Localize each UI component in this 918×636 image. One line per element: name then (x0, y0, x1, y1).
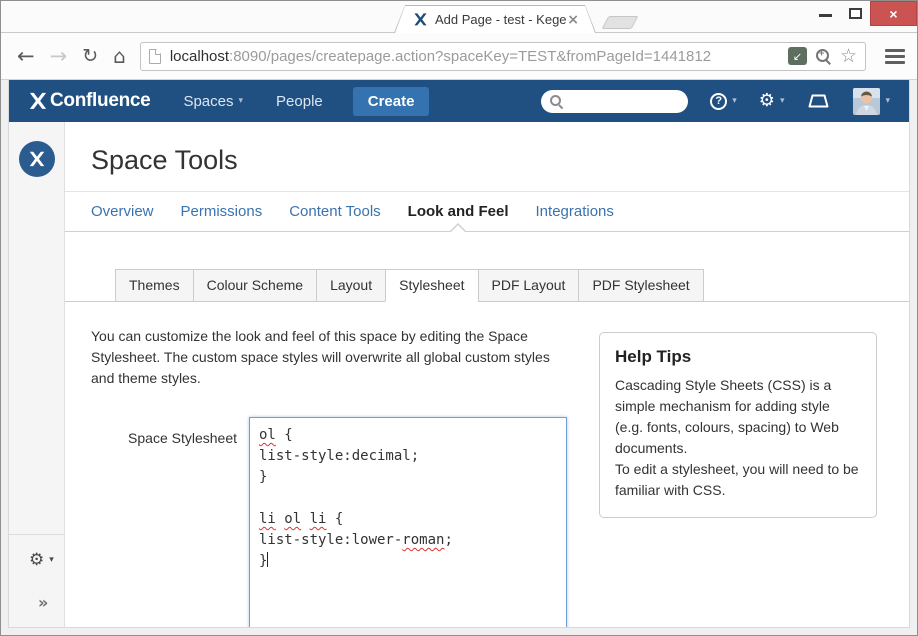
maximize-icon (849, 8, 862, 19)
confluence-favicon-icon (413, 12, 428, 27)
page-viewport: Confluence Spaces▾ People Create ? ▾ ⚙ ▾ (8, 80, 910, 628)
code-line: list-style:lower-roman; (259, 530, 557, 551)
subtab-colour-scheme[interactable]: Colour Scheme (193, 269, 318, 302)
code-line: } (259, 551, 557, 572)
code-line: } (259, 467, 557, 488)
home-icon[interactable]: ⌂ (113, 46, 126, 66)
tab-overview[interactable]: Overview (91, 192, 154, 231)
navbar-item-spaces[interactable]: Spaces▾ (183, 93, 243, 110)
create-button[interactable]: Create (353, 87, 430, 116)
sidebar-expand-icon[interactable]: » (38, 593, 48, 612)
notifications-tray-icon[interactable] (808, 94, 829, 108)
help-tips-box: Help Tips Cascading Style Sheets (CSS) i… (599, 332, 877, 518)
misspelled-word: ol (284, 511, 301, 527)
chevron-down-icon: ▾ (732, 96, 737, 106)
minimize-icon (819, 14, 832, 17)
user-menu[interactable]: ▾ (853, 88, 890, 115)
chevron-down-icon: ▾ (239, 96, 244, 106)
chevron-down-icon: ▾ (49, 555, 54, 565)
stylesheet-label: Space Stylesheet (91, 417, 237, 628)
url-text[interactable]: localhost:8090/pages/createpage.action?s… (170, 48, 780, 65)
sidebar-settings-menu[interactable]: ⚙ ▾ (29, 550, 54, 570)
text-caret (267, 552, 268, 567)
browser-menu-icon[interactable] (885, 46, 905, 67)
intro-text: You can customize the look and feel of t… (91, 326, 569, 389)
search-input[interactable] (568, 94, 678, 109)
new-tab-button[interactable] (602, 16, 639, 29)
search-icon (550, 95, 563, 108)
misspelled-word: li (259, 511, 276, 527)
url-host: localhost (170, 48, 229, 65)
confluence-navbar: Confluence Spaces▾ People Create ? ▾ ⚙ ▾ (9, 80, 909, 122)
help-tips-paragraph: To edit a stylesheet, you will need to b… (615, 459, 861, 501)
back-icon[interactable]: ← (17, 46, 35, 67)
misspelled-word: ol (259, 427, 276, 443)
help-menu[interactable]: ? ▾ (710, 93, 737, 110)
subtab-pdf-stylesheet[interactable]: PDF Stylesheet (578, 269, 703, 302)
close-button[interactable]: × (870, 1, 917, 26)
address-bar[interactable]: localhost:8090/pages/createpage.action?s… (140, 42, 866, 71)
brand-text: Confluence (50, 90, 150, 112)
refresh-icon[interactable]: ↻ (82, 47, 98, 66)
subtab-pdf-layout[interactable]: PDF Layout (478, 269, 580, 302)
tab-title: Add Page - test - Kegel8 (435, 12, 567, 27)
tab-integrations[interactable]: Integrations (536, 192, 614, 231)
forward-icon[interactable]: → (50, 46, 68, 67)
confluence-logo-icon (28, 91, 48, 111)
search-box[interactable] (541, 90, 688, 113)
code-line: ol { (259, 425, 557, 446)
confluence-logo[interactable]: Confluence (28, 90, 150, 112)
chevron-down-icon: ▾ (885, 96, 890, 106)
tab-permissions[interactable]: Permissions (181, 192, 263, 231)
maximize-button[interactable] (840, 1, 870, 19)
code-line: list-style:decimal; (259, 446, 557, 467)
misspelled-word: roman (402, 532, 444, 548)
space-logo[interactable] (19, 141, 55, 177)
browser-window: Add Page - test - Kegel8 × × ← → ↻ ⌂ loc… (0, 0, 918, 636)
browser-tab[interactable]: Add Page - test - Kegel8 × (394, 5, 596, 33)
zoom-icon[interactable]: + (815, 48, 832, 65)
help-tips-body: Cascading Style Sheets (CSS) is a simple… (615, 375, 861, 501)
minimize-button[interactable] (810, 1, 840, 17)
space-sidebar: ⚙ ▾ » (9, 122, 65, 628)
title-bar: Add Page - test - Kegel8 × × (1, 1, 917, 33)
stylesheet-textarea[interactable]: ol {list-style:decimal;}​li ol li {list-… (249, 417, 567, 628)
browser-toolbar: ← → ↻ ⌂ localhost:8090/pages/createpage.… (1, 33, 917, 80)
page-icon (149, 49, 161, 64)
subtab-themes[interactable]: Themes (115, 269, 194, 302)
look-and-feel-subtabs: ThemesColour SchemeLayoutStylesheetPDF L… (65, 269, 909, 302)
navbar-menu: Spaces▾ People (150, 93, 322, 110)
tab-look-and-feel[interactable]: Look and Feel (408, 192, 509, 231)
help-icon: ? (710, 93, 727, 110)
tab-content-tools[interactable]: Content Tools (289, 192, 380, 231)
url-path: :8090/pages/createpage.action?spaceKey=T… (229, 48, 711, 65)
extension-icon[interactable]: ↙ (788, 47, 807, 65)
page-title: Space Tools (91, 145, 909, 176)
main-panel: Space Tools Overview Permissions Content T… (65, 122, 909, 628)
code-line: ​ (259, 488, 557, 509)
bookmark-star-icon[interactable]: ☆ (840, 47, 857, 66)
navbar-item-people[interactable]: People (276, 93, 323, 110)
tab-close-icon[interactable]: × (567, 13, 579, 27)
help-tips-paragraph: Cascading Style Sheets (CSS) is a simple… (615, 375, 861, 459)
subtab-layout[interactable]: Layout (316, 269, 386, 302)
misspelled-word: li (310, 511, 327, 527)
code-line: li ol li { (259, 509, 557, 530)
subtab-stylesheet[interactable]: Stylesheet (385, 269, 478, 302)
gear-icon: ⚙ (29, 550, 44, 570)
gear-icon: ⚙ (759, 92, 775, 110)
stylesheet-section: You can customize the look and feel of t… (91, 326, 599, 628)
space-tools-tabs: Overview Permissions Content Tools Look and… (65, 192, 909, 232)
avatar (853, 88, 880, 115)
content-area: ⚙ ▾ » Space Tools Overview Permissions Con… (9, 122, 909, 628)
sidebar-divider (9, 534, 64, 535)
help-tips-title: Help Tips (615, 347, 861, 367)
chevron-down-icon: ▾ (780, 96, 785, 106)
admin-gear-menu[interactable]: ⚙ ▾ (759, 92, 785, 110)
